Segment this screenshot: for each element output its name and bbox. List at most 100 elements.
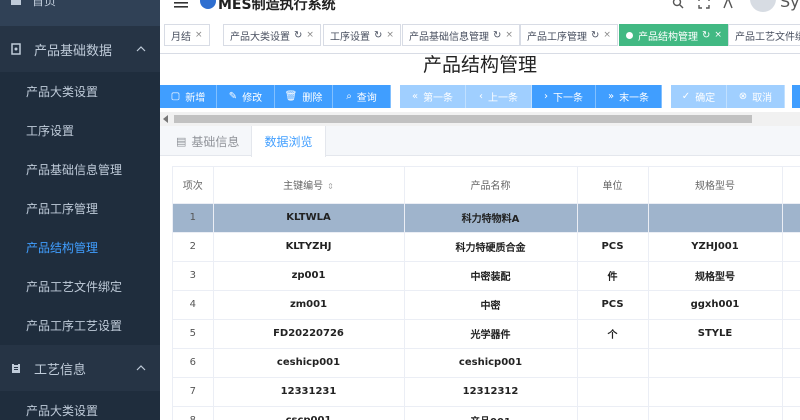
refresh-icon[interactable]: ↻ [374, 30, 382, 41]
horizontal-scrollbar[interactable] [160, 112, 800, 126]
prev-record-button[interactable]: ‹ 上一条 [466, 85, 532, 108]
sort-icon[interactable]: ⇕ [327, 182, 334, 191]
table-row[interactable]: 7 12331231 12312312 [173, 377, 800, 407]
table-row[interactable]: 2 KLTYZHJ 科力特硬质合金 PCS YZHJ001 [173, 232, 800, 262]
refresh-icon[interactable]: ↻ [294, 30, 302, 41]
home-icon [11, 0, 21, 5]
fullscreen-icon[interactable] [698, 0, 710, 9]
tag-process-settings[interactable]: 工序设置 ↻ × [323, 24, 401, 46]
next-record-button[interactable]: › 下一条 [532, 85, 596, 108]
cell-extra [782, 290, 800, 320]
tag-product-info[interactable]: 产品基础信息管理 ↻ × [402, 24, 520, 46]
sidebar-item-product-info[interactable]: 产品基础信息管理 [0, 150, 160, 189]
hamburger-icon[interactable] [174, 0, 188, 8]
more-button[interactable] [792, 85, 800, 108]
column-header-unit: 单位 [577, 167, 649, 204]
close-icon[interactable]: × [505, 30, 513, 40]
delete-button[interactable]: 🗑 删除 [275, 85, 333, 108]
column-header-key-code[interactable]: 主键编号 ⇕ [213, 167, 405, 204]
sidebar-item-home[interactable]: 首页 [0, 0, 160, 12]
cell-unit: 件 [577, 261, 649, 291]
document-icon [11, 43, 21, 55]
sidebar-group-craft-info[interactable]: 工艺信息 [0, 345, 160, 391]
close-icon[interactable]: × [714, 30, 722, 40]
close-icon[interactable]: × [603, 30, 611, 40]
font-size-icon[interactable] [722, 0, 734, 9]
cell-unit [577, 348, 649, 378]
cell-product-name: 科力特硬质合金 [404, 232, 578, 262]
table-row[interactable]: 1 KLTWLA 科力特物料A [173, 203, 800, 233]
username[interactable]: Sy [780, 0, 800, 11]
cell-extra [782, 377, 800, 407]
sidebar-item-label: 产品大类设置 [26, 85, 99, 99]
app-title: MES制造执行系统 [218, 0, 336, 13]
cell-index: 3 [173, 261, 214, 291]
cell-extra [782, 203, 800, 233]
tag-product-structure[interactable]: 产品结构管理 ↻ × [619, 24, 729, 46]
search-icon[interactable] [672, 0, 684, 9]
top-header: MES制造执行系统 Sy [160, 0, 800, 16]
confirm-button[interactable]: ✓ 确定 [671, 85, 727, 108]
refresh-icon[interactable]: ↻ [591, 30, 599, 41]
table-row[interactable]: 3 zp001 中密装配 件 规格型号 [173, 261, 800, 291]
chevron-right-icon: › [544, 91, 548, 102]
sidebar-item-product-process[interactable]: 产品工序管理 [0, 189, 160, 228]
scroll-left-icon[interactable] [163, 115, 168, 123]
cell-spec-model [648, 377, 783, 407]
check-circle-icon: ✓ [681, 91, 691, 102]
sidebar-item-product-category[interactable]: 产品大类设置 [0, 72, 160, 111]
edit-button[interactable]: ✎ 修改 [217, 85, 275, 108]
cell-product-name: 科力特物料A [404, 203, 578, 233]
last-record-button[interactable]: » 末一条 [596, 85, 662, 108]
column-header-extra [782, 167, 800, 204]
tags-view: 月结 × 产品大类设置 ↻ × 工序设置 ↻ × 产品基础信息管理 ↻ × 产品… [160, 16, 800, 54]
close-icon[interactable]: × [386, 30, 394, 40]
cell-key-code: ceshicp001 [213, 348, 405, 378]
tag-product-category[interactable]: 产品大类设置 ↻ × [223, 24, 321, 46]
tab-data-browse[interactable]: 数据浏览 [251, 126, 326, 157]
table-row[interactable]: 6 ceshicp001 ceshicp001 [173, 348, 800, 378]
sidebar-item-process-file-binding[interactable]: 产品工艺文件绑定 [0, 267, 160, 306]
scrollbar-thumb[interactable] [174, 115, 752, 123]
close-icon[interactable]: × [306, 30, 314, 40]
edit-button-label: 修改 [242, 93, 263, 104]
table-row[interactable]: 4 zm001 中密 PCS ggxh001 [173, 290, 800, 320]
calendar-icon: ▤ [176, 134, 187, 148]
close-icon[interactable]: × [195, 30, 203, 40]
tag-process-file-binding[interactable]: 产品工艺文件绑 [728, 24, 800, 46]
main-content: 产品结构管理 ▢ 新增 ✎ 修改 🗑 删除 ⌕ 查询 « 第一条 ‹ 上一条 › 下一条 » 末… [160, 54, 800, 420]
tab-basic-info[interactable]: ▤ 基础信息 [176, 126, 239, 156]
refresh-icon[interactable]: ↻ [493, 30, 501, 41]
tag-month-close[interactable]: 月结 × [164, 24, 210, 46]
cell-key-code: FD20220726 [213, 319, 405, 349]
sidebar-item-craft-category[interactable]: 产品大类设置 [0, 391, 160, 420]
table-row[interactable]: 8 cscp001 产品001 [173, 406, 800, 420]
first-record-label: 第一条 [423, 93, 454, 104]
sidebar-item-process-settings[interactable]: 工序设置 [0, 111, 160, 150]
sidebar: 首页 产品基础数据 产品大类设置 工序设置 产品基础信息管理 产品工序管理 产品… [0, 0, 160, 420]
tag-label: 工序设置 [330, 31, 370, 43]
refresh-icon[interactable]: ↻ [702, 30, 710, 41]
sidebar-group-product-basic-data[interactable]: 产品基础数据 [0, 26, 160, 72]
chevron-left-icon: ‹ [479, 91, 483, 102]
sidebar-item-process-craft-settings[interactable]: 产品工序工艺设置 [0, 306, 160, 345]
cell-product-name: 产品001 [404, 406, 578, 420]
table-row[interactable]: 5 FD20220726 光学器件 个 STYLE [173, 319, 800, 349]
cancel-button[interactable]: ⊗ 取消 [727, 85, 785, 108]
first-record-button[interactable]: « 第一条 [400, 85, 466, 108]
avatar[interactable] [750, 0, 776, 12]
page-title: 产品结构管理 [422, 54, 537, 76]
cell-index: 6 [173, 348, 214, 378]
sidebar-item-label: 工序设置 [26, 124, 75, 138]
add-button[interactable]: ▢ 新增 [160, 85, 217, 108]
cell-spec-model [648, 348, 783, 378]
sidebar-item-label: 产品工序工艺设置 [26, 319, 123, 333]
cancel-button-label: 取消 [752, 93, 773, 104]
last-record-label: 末一条 [619, 93, 650, 104]
query-button[interactable]: ⌕ 查询 [333, 85, 391, 108]
sidebar-item-product-structure[interactable]: 产品结构管理 [0, 228, 160, 267]
tag-product-process[interactable]: 产品工序管理 ↻ × [520, 24, 618, 46]
cell-extra [782, 232, 800, 262]
add-button-label: 新增 [185, 93, 206, 104]
cell-index: 5 [173, 319, 214, 349]
